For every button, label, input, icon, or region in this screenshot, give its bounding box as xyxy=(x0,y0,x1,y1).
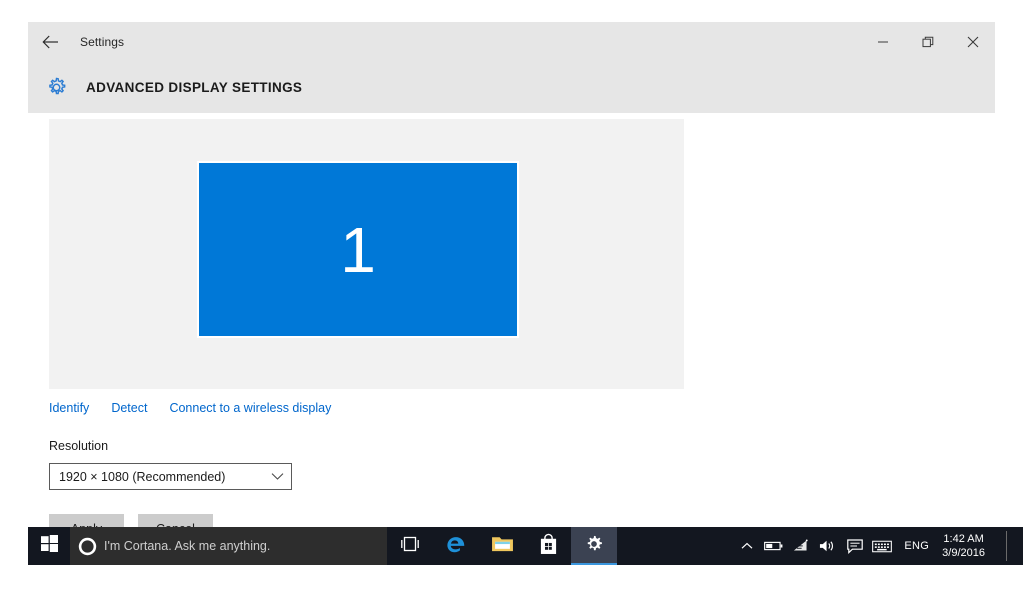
system-tray: ENG 1:42 AM 3/9/2016 xyxy=(733,527,1023,565)
title-bar: Settings xyxy=(28,22,995,62)
chevron-down-icon xyxy=(263,472,291,481)
taskbar-app-settings[interactable] xyxy=(571,527,617,565)
task-view-icon xyxy=(399,536,421,557)
cortana-placeholder: I'm Cortana. Ask me anything. xyxy=(104,539,271,553)
windows-logo-icon xyxy=(40,535,58,557)
taskbar-app-edge[interactable] xyxy=(433,527,479,565)
action-center-icon[interactable] xyxy=(841,527,868,565)
gear-icon xyxy=(584,534,604,559)
app-title: Settings xyxy=(80,35,125,49)
clock-time: 1:42 AM xyxy=(943,533,984,545)
desktop-screen: Settings ADVANCED DISPLAY SETTINGS 1 Ide… xyxy=(0,0,1023,591)
taskbar-app-store[interactable] xyxy=(525,527,571,565)
page-title: ADVANCED DISPLAY SETTINGS xyxy=(86,80,303,95)
chevron-up-icon[interactable] xyxy=(733,527,760,565)
resolution-dropdown[interactable]: 1920 × 1080 (Recommended) xyxy=(49,463,292,490)
taskbar-app-file-explorer[interactable] xyxy=(479,527,525,565)
monitor-1[interactable]: 1 xyxy=(197,161,519,338)
gear-icon xyxy=(34,76,78,99)
close-button[interactable] xyxy=(950,22,995,62)
clock-date: 3/9/2016 xyxy=(942,547,985,559)
settings-body: 1 Identify Detect Connect to a wireless … xyxy=(28,113,995,543)
settings-window: Settings ADVANCED DISPLAY SETTINGS 1 Ide… xyxy=(28,22,995,543)
resolution-label: Resolution xyxy=(49,439,109,453)
restore-button[interactable] xyxy=(905,22,950,62)
clock[interactable]: 1:42 AM 3/9/2016 xyxy=(938,532,993,560)
battery-icon[interactable] xyxy=(760,527,787,565)
show-desktop-button[interactable] xyxy=(993,527,1019,565)
taskbar-apps xyxy=(433,527,617,565)
task-view-button[interactable] xyxy=(387,527,433,565)
display-preview-panel: 1 xyxy=(49,119,684,389)
touch-keyboard-icon[interactable] xyxy=(868,527,895,565)
volume-icon[interactable] xyxy=(814,527,841,565)
cortana-search-box[interactable]: I'm Cortana. Ask me anything. xyxy=(70,527,387,565)
window-controls xyxy=(860,22,995,62)
back-button[interactable] xyxy=(28,22,72,62)
taskbar: I'm Cortana. Ask me anything. ENG 1:42 A… xyxy=(28,527,1023,565)
start-button[interactable] xyxy=(28,527,70,565)
display-actions: Identify Detect Connect to a wireless di… xyxy=(49,401,331,415)
language-indicator[interactable]: ENG xyxy=(895,540,938,552)
monitor-number: 1 xyxy=(340,213,376,286)
resolution-value: 1920 × 1080 (Recommended) xyxy=(59,469,226,484)
connect-wireless-display-link[interactable]: Connect to a wireless display xyxy=(169,401,331,415)
folder-icon xyxy=(491,534,514,558)
page-header: ADVANCED DISPLAY SETTINGS xyxy=(28,62,995,113)
wifi-icon[interactable] xyxy=(787,527,814,565)
identify-link[interactable]: Identify xyxy=(49,401,89,415)
minimize-button[interactable] xyxy=(860,22,905,62)
edge-icon xyxy=(445,533,467,560)
cortana-circle-icon xyxy=(70,537,104,556)
store-bag-icon xyxy=(539,533,558,560)
detect-link[interactable]: Detect xyxy=(111,401,147,415)
